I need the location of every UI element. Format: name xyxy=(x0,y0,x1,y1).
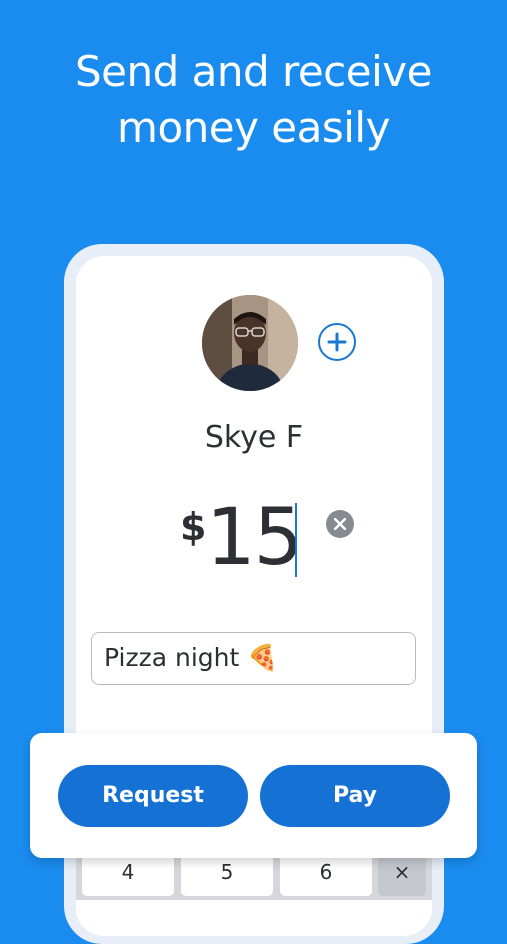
recipient-name: Skye F xyxy=(204,420,304,455)
request-button[interactable]: Request xyxy=(58,765,248,827)
recipient-avatar xyxy=(202,295,298,391)
key-5[interactable]: 5 xyxy=(181,852,273,896)
text-cursor xyxy=(295,503,297,577)
currency-symbol: $ xyxy=(180,505,207,549)
headline-line-1: Send and receive xyxy=(75,47,432,96)
amount-value: 15 xyxy=(206,493,303,583)
payment-note-field[interactable]: Pizza night 🍕 xyxy=(91,632,416,685)
pay-button[interactable]: Pay xyxy=(260,765,450,827)
plus-icon xyxy=(327,332,347,352)
key-4[interactable]: 4 xyxy=(82,852,174,896)
add-recipient-button[interactable] xyxy=(318,323,356,361)
clear-x-icon xyxy=(334,518,346,530)
key-6[interactable]: 6 xyxy=(280,852,372,896)
clear-amount-button[interactable] xyxy=(326,510,354,538)
headline: Send and receive money easily xyxy=(0,44,507,156)
key-delete[interactable]: × xyxy=(378,852,426,896)
headline-line-2: money easily xyxy=(117,103,390,152)
